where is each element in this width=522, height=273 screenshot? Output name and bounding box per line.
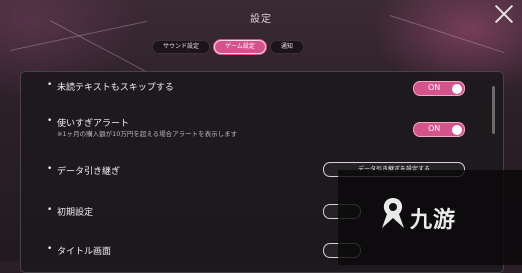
watermark-text: 九游: [410, 208, 457, 233]
setting-label: データ引き継ぎ: [57, 167, 121, 177]
bullet: •: [47, 244, 53, 254]
jiuyou-logo: [382, 198, 404, 228]
bullet: •: [47, 80, 53, 90]
tab-game-settings[interactable]: ゲーム設定: [214, 40, 266, 54]
bullet: •: [47, 116, 53, 126]
scrollbar[interactable]: [492, 86, 495, 134]
watermark: 九游: [338, 170, 522, 265]
page-title: 設定: [250, 14, 272, 25]
toggle-knob: [452, 124, 462, 135]
settings-tabs: サウンド設定 ゲーム設定 通知: [152, 40, 304, 54]
toggle-skip-unread[interactable]: ON: [413, 81, 465, 96]
setting-description: ※1ヶ月の購入額が10万円を超える場合アラートを表示します: [57, 130, 238, 138]
close-icon[interactable]: [492, 2, 516, 26]
tab-sound-settings[interactable]: サウンド設定: [152, 40, 211, 54]
bullet: •: [47, 164, 53, 174]
setting-label: 未読テキストもスキップする: [57, 83, 174, 93]
tab-notifications[interactable]: 通知: [269, 40, 304, 54]
setting-label: タイトル画面: [57, 247, 112, 257]
toggle-overuse-alert[interactable]: ON: [413, 122, 465, 137]
toggle-label: ON: [428, 124, 441, 133]
toggle-label: ON: [428, 83, 441, 92]
bullet: •: [47, 205, 53, 215]
setting-label: 初期設定: [57, 208, 94, 218]
toggle-knob: [452, 83, 462, 94]
